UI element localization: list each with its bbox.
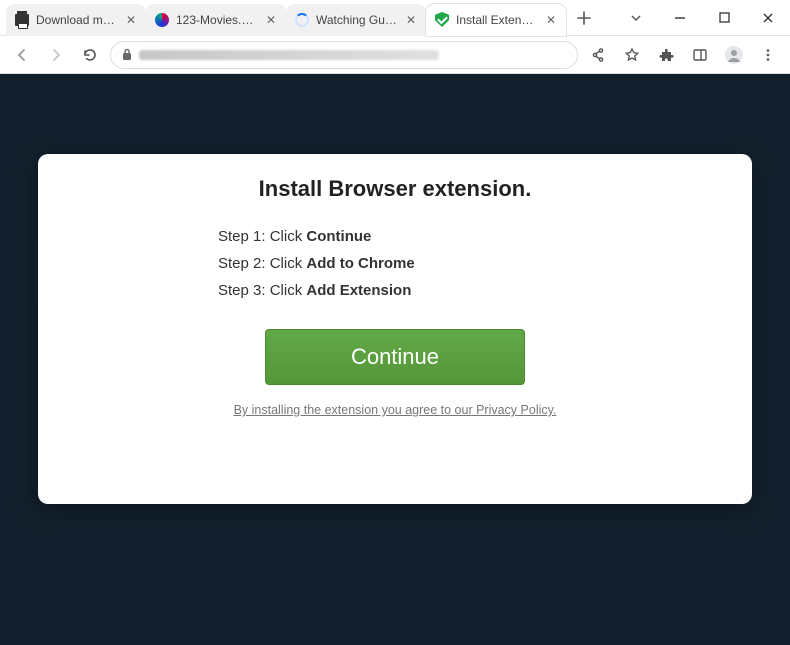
address-bar[interactable] bbox=[110, 41, 578, 69]
tab-label: Watching Guille bbox=[316, 13, 398, 27]
kebab-menu-icon[interactable] bbox=[754, 41, 782, 69]
123-icon bbox=[154, 12, 170, 28]
continue-button[interactable]: Continue bbox=[265, 329, 525, 385]
window-maximize-button[interactable] bbox=[702, 0, 746, 36]
toolbar bbox=[0, 36, 790, 74]
close-icon[interactable]: ✕ bbox=[264, 13, 278, 27]
step-row: Step 3: Click Add Extension bbox=[218, 282, 728, 299]
spin-icon bbox=[294, 12, 310, 28]
extensions-puzzle-icon[interactable] bbox=[652, 41, 680, 69]
close-icon[interactable]: ✕ bbox=[544, 13, 558, 27]
reload-button[interactable] bbox=[76, 41, 104, 69]
close-icon[interactable]: ✕ bbox=[404, 13, 418, 27]
sidepanel-icon[interactable] bbox=[686, 41, 714, 69]
share-icon[interactable] bbox=[584, 41, 612, 69]
tabs-strip: Download music✕123-Movies.com✕Watching G… bbox=[0, 0, 566, 35]
lock-icon bbox=[121, 48, 133, 61]
tab-2[interactable]: Watching Guille ✕ bbox=[286, 4, 426, 36]
tab-0[interactable]: Download music ✕ bbox=[6, 4, 146, 36]
install-card: Install Browser extension. Step 1: Click… bbox=[38, 154, 752, 504]
tab-1[interactable]: 123-Movies.com ✕ bbox=[146, 4, 286, 36]
step-row: Step 1: Click Continue bbox=[218, 228, 728, 245]
close-icon[interactable]: ✕ bbox=[124, 13, 138, 27]
step-row: Step 2: Click Add to Chrome bbox=[218, 255, 728, 272]
back-button[interactable] bbox=[8, 41, 36, 69]
privacy-policy-link[interactable]: By installing the extension you agree to… bbox=[62, 403, 728, 417]
window-chevdown-button[interactable] bbox=[614, 0, 658, 36]
steps-list: Step 1: Click Continue Step 2: Click Add… bbox=[218, 228, 728, 299]
tab-label: Download music bbox=[36, 13, 118, 27]
tab-label: Install Extension bbox=[456, 13, 538, 27]
url-text-redacted bbox=[139, 50, 439, 60]
window-close-button[interactable] bbox=[746, 0, 790, 36]
page-viewport: rc.com Install Browser extension. Step 1… bbox=[0, 74, 790, 645]
titlebar: Download music✕123-Movies.com✕Watching G… bbox=[0, 0, 790, 36]
new-tab-button[interactable] bbox=[570, 4, 598, 32]
card-title: Install Browser extension. bbox=[62, 176, 728, 202]
bookmark-star-icon[interactable] bbox=[618, 41, 646, 69]
window-controls bbox=[614, 0, 790, 35]
window-minimize-button[interactable] bbox=[658, 0, 702, 36]
tab-label: 123-Movies.com bbox=[176, 13, 258, 27]
forward-button[interactable] bbox=[42, 41, 70, 69]
profile-avatar-icon[interactable] bbox=[720, 41, 748, 69]
shield-icon bbox=[434, 12, 450, 28]
printer-icon bbox=[14, 12, 30, 28]
tab-3[interactable]: Install Extension ✕ bbox=[426, 4, 566, 36]
